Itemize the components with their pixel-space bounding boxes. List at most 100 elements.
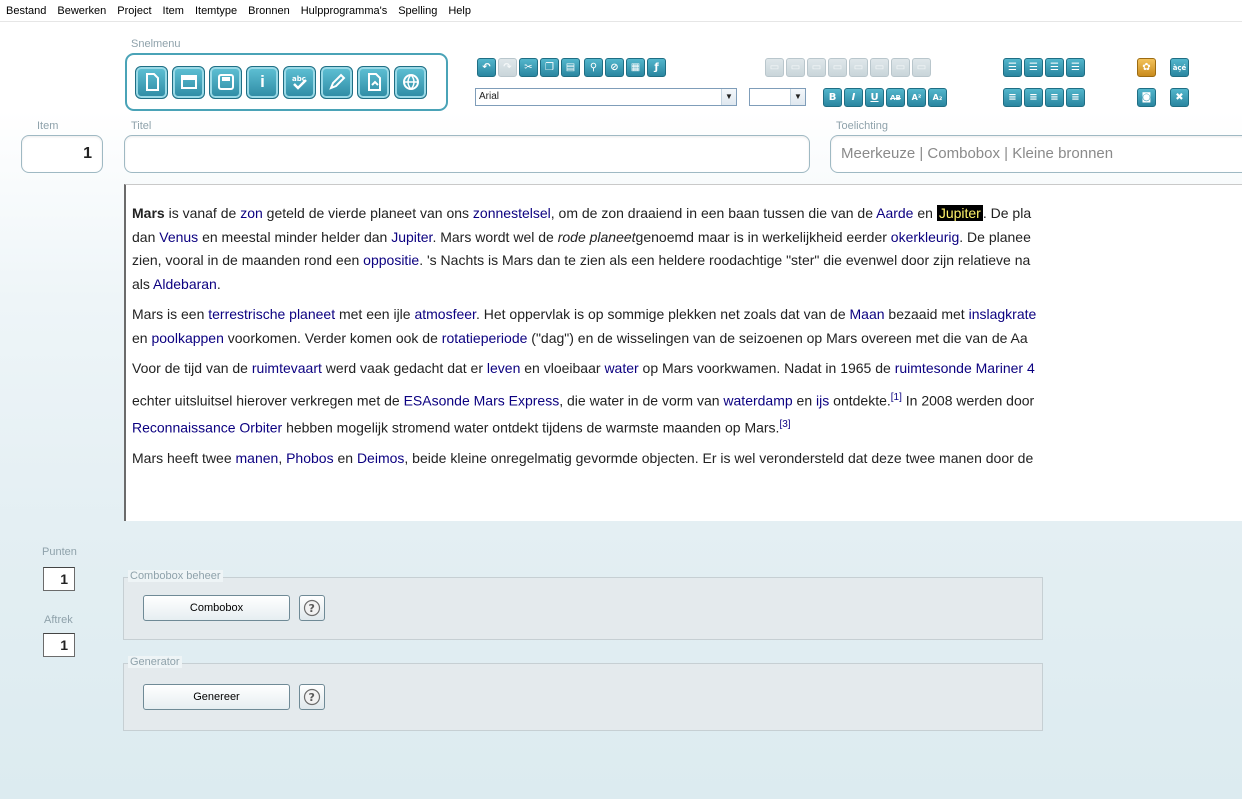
- link-ruimtesonde[interactable]: ruimtesonde: [895, 360, 972, 376]
- menu-bronnen[interactable]: Bronnen: [248, 5, 290, 17]
- italic-button[interactable]: I: [844, 88, 863, 107]
- table-props-button[interactable]: ▭: [870, 58, 889, 77]
- edit-button[interactable]: [320, 65, 353, 99]
- bullet-list-button[interactable]: ☰: [1003, 58, 1022, 77]
- indent-button[interactable]: ☰: [1066, 58, 1085, 77]
- copy-button[interactable]: ❐: [540, 58, 559, 77]
- toolbar-table-group: ▭ ▭ ▭ ▭ ▭ ▭ ▭ ▭: [765, 58, 931, 77]
- link-maan[interactable]: Maan: [850, 306, 885, 322]
- link-phobos[interactable]: Phobos: [286, 450, 333, 466]
- superscript-button[interactable]: A²: [907, 88, 926, 107]
- table-row-left-button[interactable]: ▭: [891, 58, 910, 77]
- footnote-3[interactable]: [3]: [779, 419, 790, 430]
- link-waterdamp[interactable]: waterdamp: [723, 392, 792, 408]
- link-manen[interactable]: manen: [236, 450, 279, 466]
- numbered-list-icon: ☰: [1029, 62, 1038, 73]
- link-jupiter[interactable]: Jupiter: [391, 229, 432, 245]
- export-pdf-button[interactable]: [357, 65, 390, 99]
- punten-input[interactable]: 1: [43, 567, 75, 591]
- menu-bewerken[interactable]: Bewerken: [57, 5, 106, 17]
- link-water[interactable]: water: [604, 360, 638, 376]
- table-split-button[interactable]: ▭: [786, 58, 805, 77]
- menu-spelling[interactable]: Spelling: [398, 5, 437, 17]
- link-poolkappen[interactable]: poolkappen: [151, 330, 223, 346]
- undo-button[interactable]: ↶: [477, 58, 496, 77]
- link-aarde[interactable]: Aarde: [876, 205, 913, 221]
- table-merge-button[interactable]: ▭: [807, 58, 826, 77]
- footnote-1[interactable]: [1]: [891, 392, 902, 403]
- table-insert-col-button[interactable]: ▭: [828, 58, 847, 77]
- web-button[interactable]: [394, 65, 427, 99]
- link-ijs[interactable]: ijs: [816, 392, 829, 408]
- link-mars-express[interactable]: Mars Express: [474, 392, 560, 408]
- info-button[interactable]: i: [246, 65, 279, 99]
- link-zon[interactable]: zon: [240, 205, 263, 221]
- link-deimos[interactable]: Deimos: [357, 450, 404, 466]
- spellcheck-button[interactable]: abc: [283, 65, 316, 99]
- menu-bestand[interactable]: Bestand: [6, 5, 46, 17]
- font-select[interactable]: Arial ▼: [475, 88, 737, 106]
- bold-button[interactable]: B: [823, 88, 842, 107]
- link-venus[interactable]: Venus: [159, 229, 198, 245]
- combobox-help-button[interactable]: ?: [299, 595, 325, 621]
- article-editor[interactable]: Mars is vanaf de zon geteld de vierde pl…: [124, 184, 1242, 521]
- unlink-icon: ⊘: [610, 62, 619, 73]
- formula-button[interactable]: ƒ: [647, 58, 666, 77]
- align-left-button[interactable]: ≡: [1003, 88, 1022, 107]
- table-insert-row-button[interactable]: ▭: [765, 58, 784, 77]
- link-aldebaran[interactable]: Aldebaran: [153, 276, 217, 292]
- menu-hulpprogrammas[interactable]: Hulpprogramma's: [301, 5, 387, 17]
- align-right-button[interactable]: ≡: [1045, 88, 1064, 107]
- cut-button[interactable]: ✂: [519, 58, 538, 77]
- link-terrestrische-planeet[interactable]: terrestrische planeet: [208, 306, 335, 322]
- table-row-right-button[interactable]: ▭: [912, 58, 931, 77]
- table-button[interactable]: ▦: [626, 58, 645, 77]
- image-button[interactable]: ✿: [1137, 58, 1156, 77]
- link-inslagkraters[interactable]: inslagkrate: [969, 306, 1037, 322]
- redo-button[interactable]: ↷: [498, 58, 517, 77]
- link-mariner[interactable]: Mariner 4: [976, 360, 1035, 376]
- row-right-icon: ▭: [916, 62, 927, 73]
- menu-item[interactable]: Item: [163, 5, 184, 17]
- link-oppositie[interactable]: oppositie: [363, 252, 419, 268]
- generator-help-button[interactable]: ?: [299, 684, 325, 710]
- text: en: [792, 392, 817, 409]
- combobox-button[interactable]: Combobox: [143, 595, 290, 621]
- menu-itemtype[interactable]: Itemtype: [195, 5, 237, 17]
- item-number-field[interactable]: 1: [21, 135, 103, 173]
- toelichting-input[interactable]: Meerkeuze | Combobox | Kleine bronnen: [830, 135, 1242, 173]
- align-center-button[interactable]: ≡: [1024, 88, 1043, 107]
- link-rotatieperiode[interactable]: rotatieperiode: [442, 330, 528, 346]
- link-esasonde[interactable]: ESAsonde: [404, 392, 470, 408]
- numbered-list-button[interactable]: ☰: [1024, 58, 1043, 77]
- media-button[interactable]: ◙: [1137, 88, 1156, 107]
- new-document-button[interactable]: [135, 65, 168, 99]
- link-okerkleurig[interactable]: okerkleurig: [891, 229, 959, 245]
- genereer-button[interactable]: Genereer: [143, 684, 290, 710]
- special-chars-button[interactable]: àçé: [1170, 58, 1189, 77]
- align-justify-button[interactable]: ≡: [1066, 88, 1085, 107]
- subscript-button[interactable]: A₂: [928, 88, 947, 107]
- underline-button[interactable]: U: [865, 88, 884, 107]
- link-atmosfeer[interactable]: atmosfeer: [414, 306, 475, 322]
- font-size-select[interactable]: ▼: [749, 88, 806, 106]
- open-document-button[interactable]: [172, 65, 205, 99]
- save-button[interactable]: [209, 65, 242, 99]
- unlink-button[interactable]: ⊘: [605, 58, 624, 77]
- paste-button[interactable]: ▤: [561, 58, 580, 77]
- fullscreen-button[interactable]: ✖: [1170, 88, 1189, 107]
- menu-help[interactable]: Help: [448, 5, 471, 17]
- link-reconnaissance-orbiter[interactable]: Reconnaissance Orbiter: [132, 419, 282, 435]
- insert-col-icon: ▭: [832, 62, 843, 73]
- link-button[interactable]: ⚲: [584, 58, 603, 77]
- menu-project[interactable]: Project: [117, 5, 151, 17]
- link-zonnestelsel[interactable]: zonnestelsel: [473, 205, 551, 221]
- strikethrough-button[interactable]: AB: [886, 88, 905, 107]
- titel-input[interactable]: [124, 135, 810, 173]
- formula-icon: ƒ: [654, 62, 659, 73]
- link-ruimtevaart[interactable]: ruimtevaart: [252, 360, 322, 376]
- aftrek-input[interactable]: 1: [43, 633, 75, 657]
- table-delete-button[interactable]: ▭: [849, 58, 868, 77]
- link-leven[interactable]: leven: [487, 360, 520, 376]
- outdent-button[interactable]: ☰: [1045, 58, 1064, 77]
